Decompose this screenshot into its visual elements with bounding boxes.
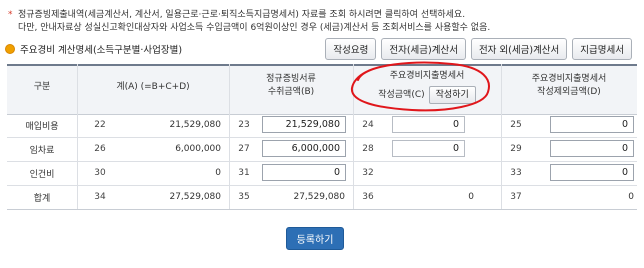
row-label: 임차료 [29,145,55,156]
row-code: 37 [510,192,522,202]
outside-amount-input[interactable]: 0 [550,140,634,157]
row-total: 21,529,080 [169,120,221,130]
row-code: 35 [238,192,250,202]
guide-button[interactable]: 작성요령 [325,38,377,60]
outside-amount-input[interactable]: 0 [550,116,634,133]
outside-amount-value: 0 [628,192,634,202]
header-formal-line1: 정규증빙서류 [266,74,316,84]
formal-amount-input[interactable]: 6,000,000 [262,140,346,157]
outside-amount-input[interactable]: 0 [550,164,634,181]
notice-line-1: * 정규증빙제출내역(세금계산서, 계산서, 일용근로·근로·퇴직소득지급명세서… [8,9,638,22]
row-code: 23 [238,120,250,130]
row-code: 31 [238,168,250,178]
section-title: 주요경비 계산명세(소득구분별·사업장별) [20,45,183,56]
e-invoice-button[interactable]: 전자(세금)계산서 [381,38,466,60]
row-total: 0 [215,168,221,178]
main-expense-value: 0 [468,192,474,202]
toolbar: 작성요령 전자(세금)계산서 전자 외(세금)계산서 지급명세서 [325,38,632,60]
row-code: 27 [238,144,250,154]
table-row: 매입비용 22 21,529,080 23 21,529,080 24 0 25… [7,113,637,138]
annotation-circle [350,61,490,112]
header-outside: 주요경비지출명세서 작성제외금액(D) [501,73,637,99]
notice-line-2: 다만, 안내자료상 성실신고확인대상자와 사업소득 수입금액이 6억원이상인 경… [8,22,638,35]
row-label: 인건비 [29,169,55,180]
row-total: 27,529,080 [169,192,221,202]
notice-text-2: 다만, 안내자료상 성실신고확인대상자와 사업소득 수입금액이 6억원이상인 경… [18,23,491,33]
formal-amount-value: 27,529,080 [293,192,345,202]
row-label: 합계 [33,193,51,204]
row-code: 32 [362,168,374,178]
header-formal-line2: 수취금액(B) [267,87,315,97]
header-category: 구분 [33,82,51,92]
table-row: 임차료 26 6,000,000 27 6,000,000 28 0 29 0 [7,137,637,162]
row-code: 34 [94,192,106,202]
row-code: 30 [94,168,106,178]
main-expense-input[interactable]: 0 [392,116,465,133]
section-header: 주요경비 계산명세(소득구분별·사업장별) [5,42,182,56]
row-code: 36 [362,192,374,202]
non-e-invoice-button[interactable]: 전자 외(세금)계산서 [470,38,568,60]
formal-amount-input[interactable]: 21,529,080 [262,116,346,133]
row-code: 24 [362,120,374,130]
header-total: 계(A) (=B+C+D) [116,82,190,92]
expense-table: 구분 계(A) (=B+C+D) 정규증빙서류 수취금액(B) 주요경비지출명세… [7,64,637,210]
formal-amount-input[interactable]: 0 [262,164,346,181]
row-total: 6,000,000 [175,144,221,154]
notice-text-1: 정규증빙제출내역(세금계산서, 계산서, 일용근로·근로·퇴직소득지급명세서) … [18,10,466,20]
header-outside-line2: 작성제외금액(D) [537,87,601,97]
row-label: 매입비용 [25,121,59,132]
table-row: 인건비 30 0 31 0 32 33 0 [7,161,637,186]
payment-statement-button[interactable]: 지급명세서 [572,38,632,60]
notice: * 정규증빙제출내역(세금계산서, 계산서, 일용근로·근로·퇴직소득지급명세서… [8,9,638,35]
row-code: 33 [510,168,522,178]
table-row-total: 합계 34 27,529,080 35 27,529,080 36 0 37 0 [7,185,637,210]
header-outside-line1: 주요경비지출명세서 [531,74,607,84]
row-code: 28 [362,144,374,154]
row-code: 25 [510,120,522,130]
row-code: 26 [94,144,106,154]
row-code: 29 [510,144,522,154]
header-formal: 정규증빙서류 수취금액(B) [229,73,353,99]
main-expense-input[interactable]: 0 [392,140,465,157]
row-code: 22 [94,120,106,130]
section-bullet-icon [5,44,15,54]
register-button[interactable]: 등록하기 [286,227,344,250]
asterisk-icon: * [8,10,13,20]
